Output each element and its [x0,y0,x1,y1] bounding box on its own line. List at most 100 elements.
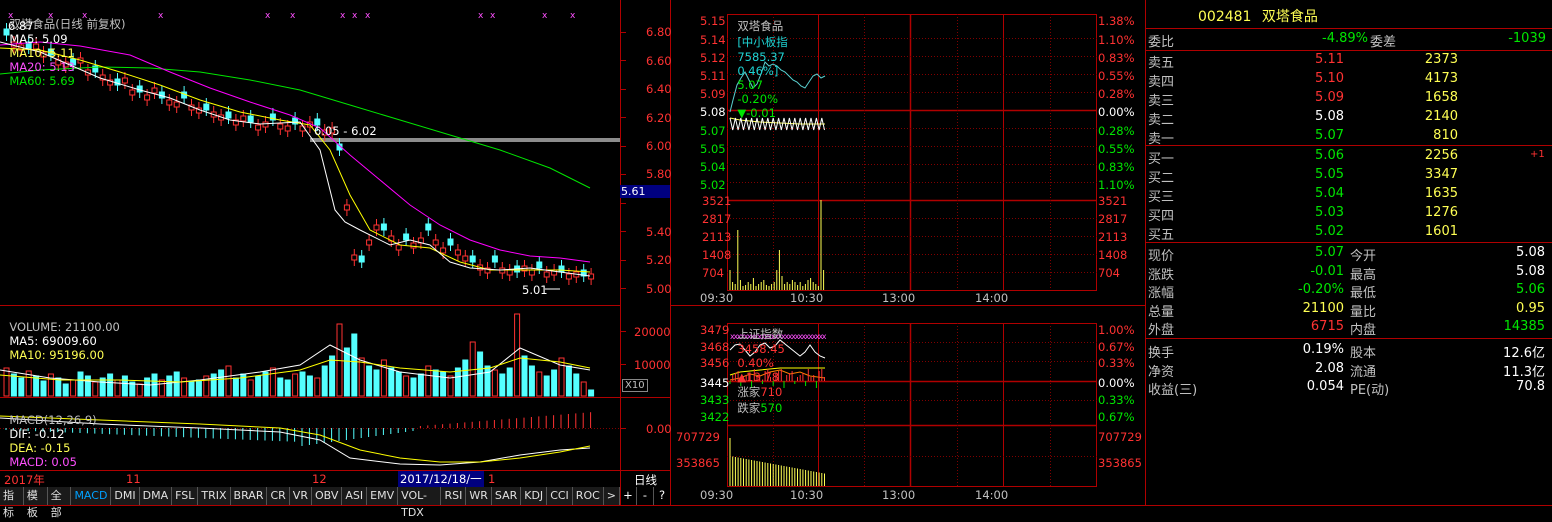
zoom-out-button[interactable]: - [637,487,654,505]
intraday-pct: -0.20% [737,92,778,106]
help-button[interactable]: ? [654,487,670,505]
stat-label: 涨幅 [1148,286,1175,301]
index-time-label: 09:30 [700,488,734,502]
price-axis-label: 6.80 [646,25,672,39]
volume-bar [3,367,10,397]
book-label: 买五 [1148,228,1175,243]
volume-bar [521,355,528,397]
tab-fsl[interactable]: FSL [172,487,199,505]
stat-label: 流通 [1350,364,1377,380]
tab-[interactable]: 全部 [48,487,72,519]
volume-bar [158,379,165,397]
intraday-right-label: 0.83% [1098,51,1135,65]
tab-trix[interactable]: TRIX [198,487,231,505]
volume-bar [70,379,77,397]
tab-sar[interactable]: SAR [492,487,522,505]
volume-bar [218,369,225,397]
index-time-label: 10:30 [790,488,824,502]
price-axis-label: 6.60 [646,54,672,68]
index-value: 3458.45 [737,342,785,356]
volume-bar [573,373,580,397]
stat-label: 股本 [1350,346,1377,361]
stat-value: 11.3亿 [1503,364,1545,380]
intraday-name: 双塔食品 [737,19,784,33]
tab-roc[interactable]: ROC [573,487,604,505]
price-axis-label: 6.40 [646,82,672,96]
intraday-volume-bars [729,200,825,290]
candle-body [343,204,350,211]
volume-bar [491,369,498,397]
volume-bar [499,373,506,397]
stat-label: 最低 [1350,286,1377,301]
intraday-vol-label-right: 3521 [1098,194,1128,208]
volume-bar [269,367,276,397]
intraday-left-label: 5.14 [700,33,726,47]
index-down-label: 跌家 [737,401,761,415]
tab-brar[interactable]: BRAR [231,487,268,505]
candle-body [129,89,136,96]
candle-body [166,99,173,106]
price-axis-label: 5.80 [646,167,672,181]
volume-bar [299,371,306,397]
intraday-left-label: 5.08 [700,105,726,119]
intraday-left-label: 5.15 [700,14,726,28]
volume-bar [188,381,195,397]
candle-body [395,244,402,251]
book-price: 5.09 [1315,90,1344,105]
volume-bar [84,375,91,397]
svg-text:x: x [570,11,576,21]
intraday-index-pct: 0.46%] [737,64,779,78]
tab-dma[interactable]: DMA [140,487,173,505]
intraday-time-label: 14:00 [975,291,1009,305]
volume-ma10: MA10: 95196.00 [9,348,105,362]
kline-gap-label: 6.05 - 6.02 [314,124,377,138]
volume-bar [580,381,587,397]
tab-voltdx[interactable]: VOL-TDX [398,487,442,519]
volume-bar [55,377,62,397]
tab-[interactable]: > [604,487,620,505]
period-selector[interactable]: 日线 [634,472,657,488]
book-label: 卖三 [1148,94,1175,109]
tab-kdj[interactable]: KDJ [521,487,548,505]
intraday-right-label: 0.28% [1098,87,1135,101]
volume-bar [514,313,521,397]
tab-dmi[interactable]: DMI [111,487,140,505]
tab-asi[interactable]: ASI [342,487,368,505]
kline-current-price-tag: 5.61 [621,185,646,198]
book-price: 5.07 [1315,128,1344,143]
tab-cci[interactable]: CCI [547,487,573,505]
intraday-left-label: 5.11 [700,69,726,83]
stat-label: 内盘 [1350,323,1377,338]
tab-cr[interactable]: CR [267,487,290,505]
index-up-label: 涨家 [737,385,761,399]
zoom-in-button[interactable]: + [620,487,637,505]
tab-obv[interactable]: OBV [312,487,343,505]
weibi-label: 委比 [1148,35,1175,50]
candle-body [528,269,535,276]
stat-label: 收益(三) [1148,383,1198,398]
tab-macd[interactable]: MACD [71,487,112,505]
candle-body [506,269,513,276]
book-label: 买四 [1148,209,1175,224]
candle-body [403,233,410,241]
index-left-label: 3468 [700,340,730,354]
intraday-vol-label: 2113 [702,230,732,244]
index-right-label: 0.67% [1098,340,1135,354]
vol-axis-10000: 10000 [634,358,671,372]
intraday-index-value: 7585.37 [737,50,785,64]
tab-[interactable]: 模板 [24,487,48,519]
tab-[interactable]: 指标 [0,487,24,519]
stat-value: 70.8 [1516,379,1545,394]
intraday-right-label: 1.38% [1098,14,1135,28]
kline-ma10: MA10: 5.11 [9,46,75,60]
tab-vr[interactable]: VR [290,487,312,505]
index-vol-label: 353865 [676,456,720,470]
book-price: 5.06 [1315,148,1344,163]
tab-emv[interactable]: EMV [367,487,399,505]
candle-body [366,239,373,246]
tab-wr[interactable]: WR [466,487,492,505]
tab-rsi[interactable]: RSI [441,487,467,505]
candle-body [565,273,572,280]
book-price: 5.10 [1315,71,1344,86]
vol-axis-20000: 20000 [634,325,671,339]
